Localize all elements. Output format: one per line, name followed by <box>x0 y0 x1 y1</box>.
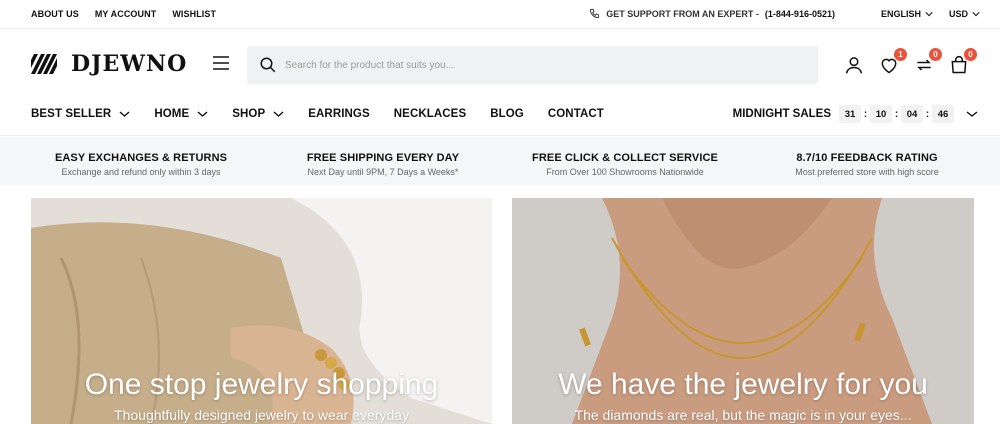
feature-click-collect: FREE CLICK & COLLECT SERVICE From Over 1… <box>505 152 745 177</box>
banner-title: One stop jewelry shopping <box>84 368 439 401</box>
nav-item-shop[interactable]: SHOP <box>232 107 284 121</box>
search-bar <box>247 46 818 84</box>
wishlist-count-badge: 1 <box>894 48 907 61</box>
sales-label: MIDNIGHT SALES <box>732 108 831 120</box>
nav-item-label: SHOP <box>232 108 266 120</box>
currency-selector[interactable]: USD <box>949 9 980 19</box>
support-phone[interactable]: (1-844-916-0521) <box>765 9 835 19</box>
feature-subtitle: Most preferred store with high score <box>795 167 939 177</box>
feature-subtitle: From Over 100 Showrooms Nationwide <box>546 167 704 177</box>
compare-count-badge: 0 <box>929 48 942 61</box>
logo-mark-icon <box>31 54 57 74</box>
phone-icon <box>590 8 600 19</box>
nav-item-home[interactable]: HOME <box>154 107 208 121</box>
banner-subtitle: The diamonds are real, but the magic is … <box>574 407 912 423</box>
nav-item-label: HOME <box>154 108 190 120</box>
compare-button[interactable]: 0 <box>914 48 942 75</box>
logo-text: DJEWNO <box>71 51 188 77</box>
utility-links: ABOUT US MY ACCOUNT WISHLIST <box>31 9 216 19</box>
cart-button[interactable]: 0 <box>949 48 977 75</box>
nav-item-label: CONTACT <box>547 108 604 120</box>
user-icon <box>845 57 863 74</box>
features-strip: EASY EXCHANGES & RETURNS Exchange and re… <box>0 137 1000 185</box>
feature-title: FREE SHIPPING EVERY DAY <box>306 152 460 164</box>
support-info: GET SUPPORT FROM AN EXPERT - (1-844-916-… <box>589 8 835 19</box>
timer-minutes: 04 <box>901 105 923 123</box>
feature-rating: 8.7/10 FEEDBACK RATING Most preferred st… <box>747 152 987 177</box>
language-selector[interactable]: ENGLISH <box>881 9 933 19</box>
banner-title: We have the jewelry for you <box>558 368 928 401</box>
chevron-down-icon <box>119 111 130 117</box>
chevron-down-icon <box>197 111 208 117</box>
chevron-down-icon <box>966 111 978 117</box>
feature-title: EASY EXCHANGES & RETURNS <box>54 152 228 164</box>
search-icon[interactable] <box>259 56 277 74</box>
language-value: ENGLISH <box>880 8 921 19</box>
nav-item-necklaces[interactable]: NECKLACES <box>394 107 466 121</box>
header-actions: 1 0 0 <box>844 48 977 75</box>
top-utility-bar: ABOUT US MY ACCOUNT WISHLIST GET SUPPORT… <box>0 0 1000 29</box>
nav-item-label: BEST SELLER <box>31 108 112 120</box>
promo-banner-jewelry[interactable]: We have the jewelry for you The diamonds… <box>512 198 974 424</box>
main-header: DJEWNO 1 0 0 <box>0 29 1000 99</box>
feature-subtitle: Next Day until 9PM, 7 Days a Weeks* <box>307 167 459 177</box>
feature-title: FREE CLICK & COLLECT SERVICE <box>532 152 718 164</box>
timer-seconds: 46 <box>932 105 954 123</box>
chevron-down-icon <box>925 11 933 16</box>
support-text: GET SUPPORT FROM AN EXPERT - <box>606 8 759 19</box>
my-account-link[interactable]: MY ACCOUNT <box>95 9 157 19</box>
nav-item-label: BLOG <box>490 108 524 120</box>
about-us-link[interactable]: ABOUT US <box>31 9 79 19</box>
timer-days: 31 <box>839 105 861 123</box>
timer-hours: 10 <box>870 105 892 123</box>
feature-title: 8.7/10 FEEDBACK RATING <box>796 152 938 164</box>
utility-right: GET SUPPORT FROM AN EXPERT - (1-844-916-… <box>589 8 980 19</box>
nav-item-label: EARRINGS <box>308 108 370 120</box>
nav-items: BEST SELLER HOME SHOP EARRINGS NECKLACES… <box>31 107 604 121</box>
search-input[interactable] <box>285 59 785 71</box>
account-button[interactable] <box>844 55 864 75</box>
hamburger-menu-icon[interactable] <box>212 55 230 71</box>
feature-exchanges: EASY EXCHANGES & RETURNS Exchange and re… <box>21 152 261 177</box>
wishlist-button[interactable]: 1 <box>879 48 907 75</box>
wishlist-link[interactable]: WISHLIST <box>172 9 216 19</box>
feature-shipping: FREE SHIPPING EVERY DAY Next Day until 9… <box>263 152 503 177</box>
nav-item-blog[interactable]: BLOG <box>490 107 524 121</box>
cart-count-badge: 0 <box>964 48 977 61</box>
midnight-sales-countdown[interactable]: MIDNIGHT SALES 31 : 10 : 04 : 46 <box>733 105 978 123</box>
chevron-down-icon <box>972 11 980 16</box>
nav-item-contact[interactable]: CONTACT <box>548 107 604 121</box>
currency-value: USD <box>948 8 968 19</box>
site-logo[interactable]: DJEWNO <box>31 51 187 77</box>
banner-subtitle: Thoughtfully designed jewelry to wear ev… <box>114 407 409 423</box>
nav-item-best-seller[interactable]: BEST SELLER <box>31 107 130 121</box>
nav-item-earrings[interactable]: EARRINGS <box>308 107 370 121</box>
main-nav: BEST SELLER HOME SHOP EARRINGS NECKLACES… <box>0 99 1000 136</box>
chevron-down-icon <box>273 111 284 117</box>
promo-banner-shopping[interactable]: One stop jewelry shopping Thoughtfully d… <box>31 198 492 424</box>
feature-subtitle: Exchange and refund only within 3 days <box>61 167 221 177</box>
nav-item-label: NECKLACES <box>393 108 467 120</box>
